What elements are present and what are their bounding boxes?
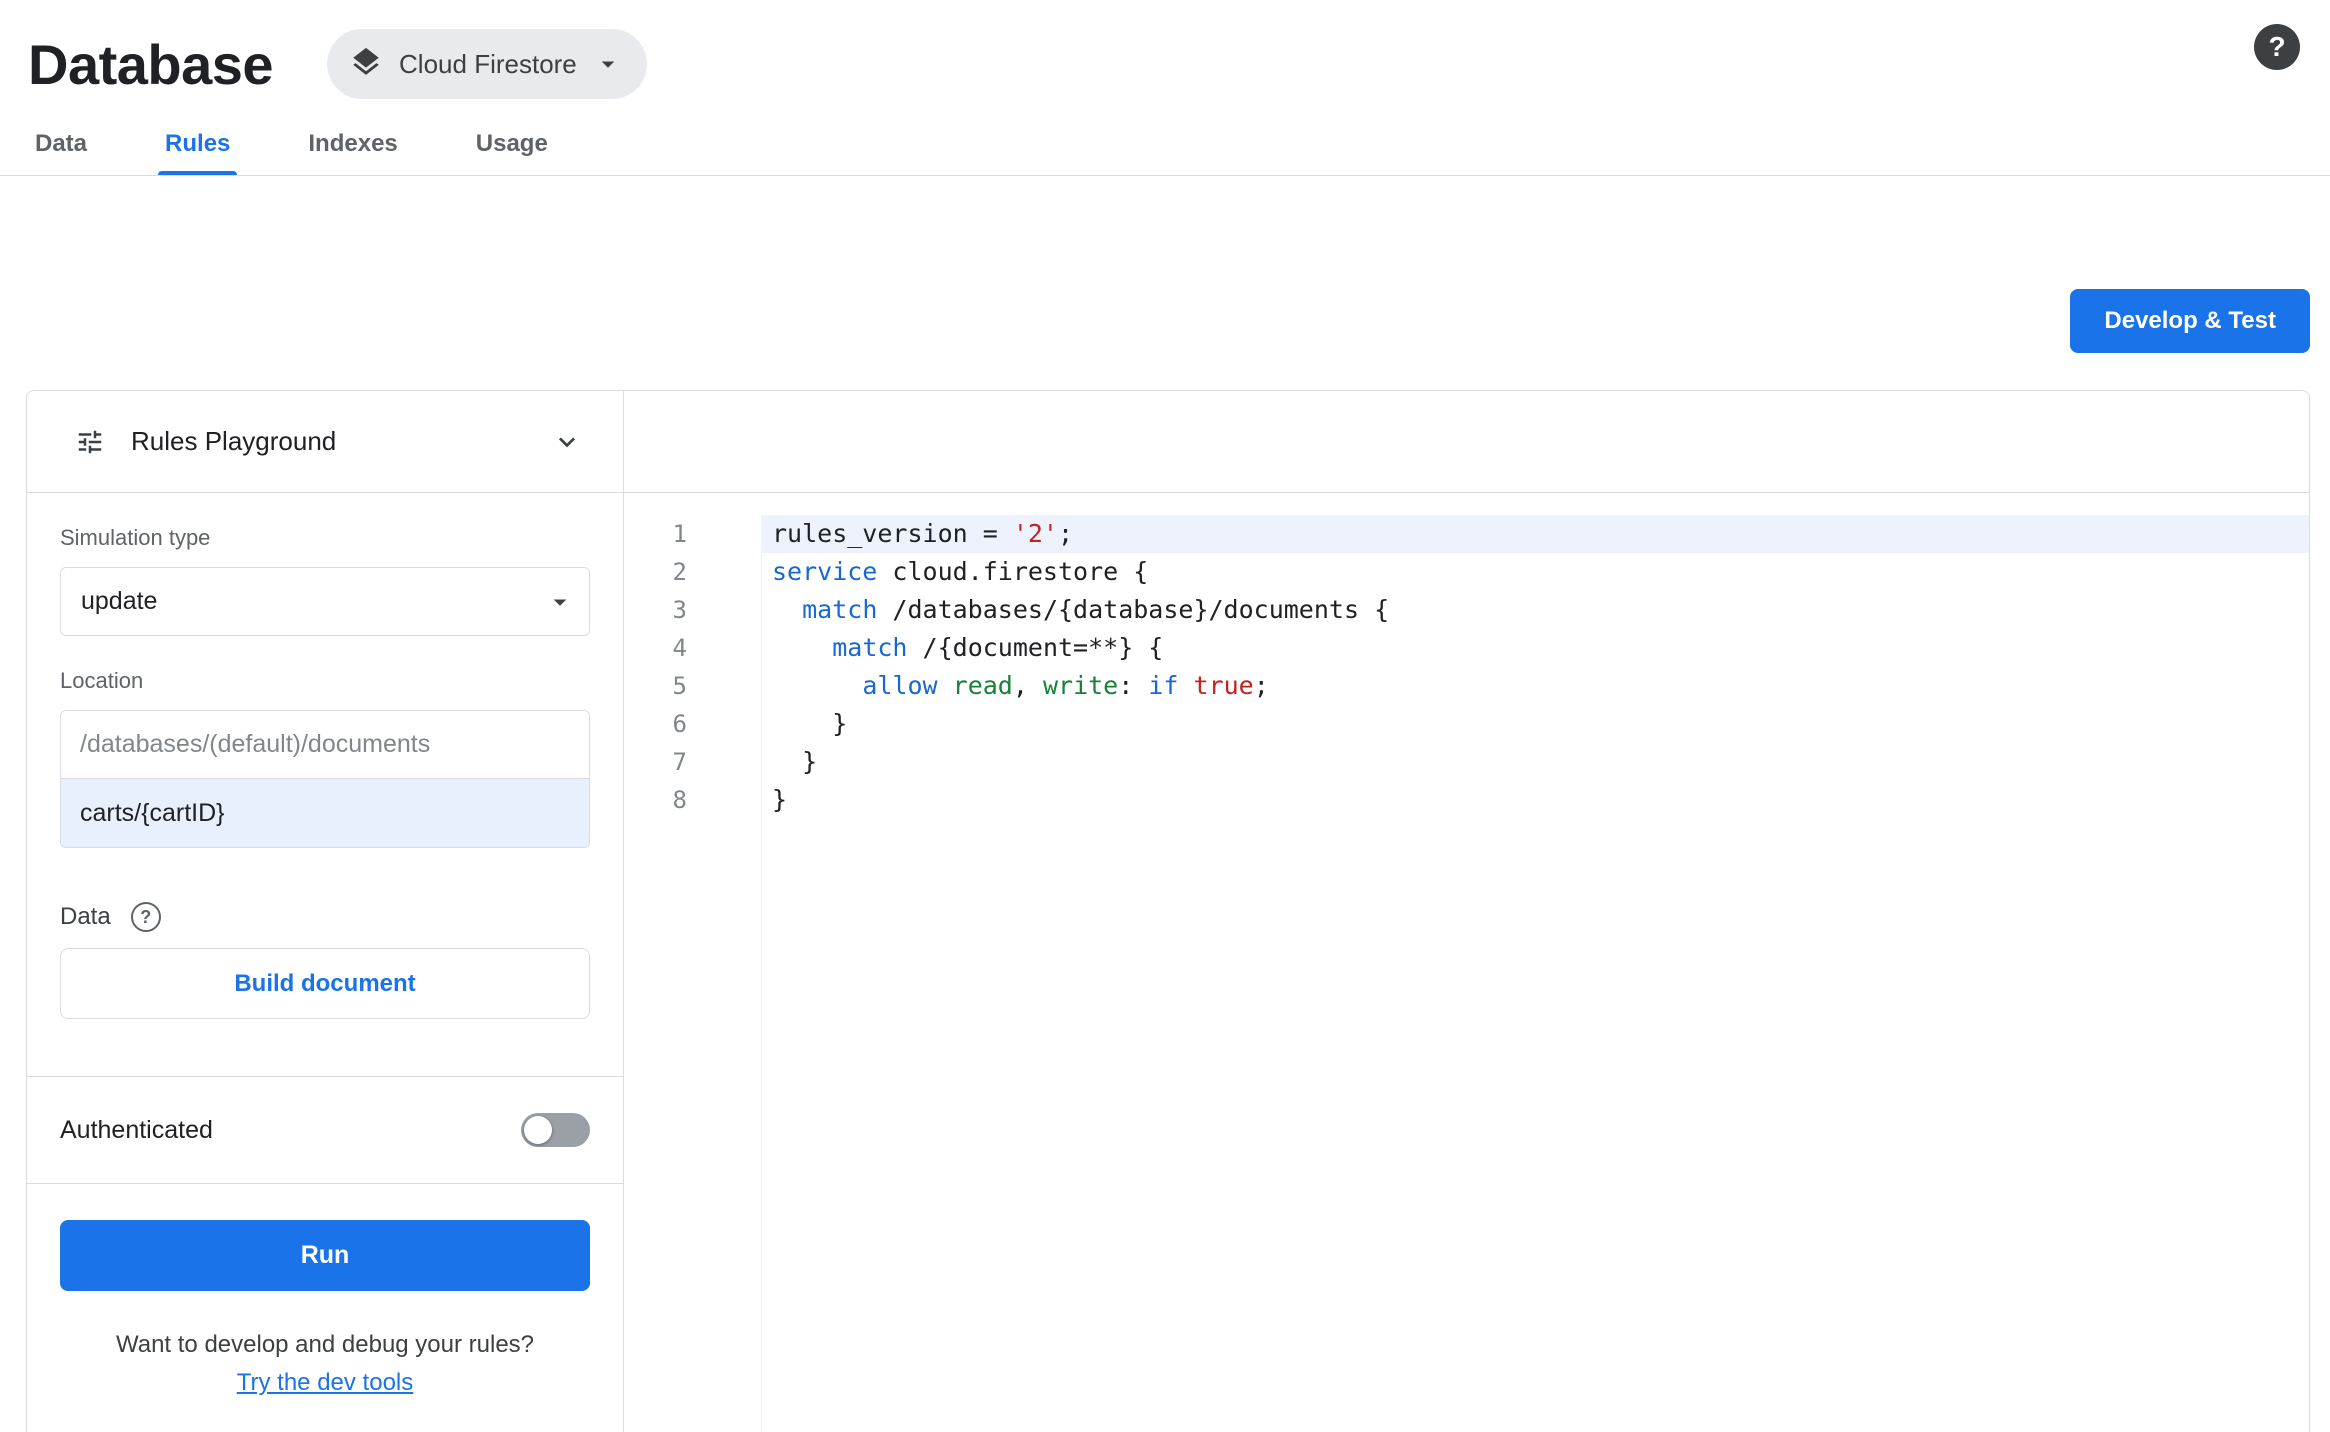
line-number: 1 [672,520,687,548]
code-line[interactable]: match /databases/{database}/documents { [762,591,2309,629]
page-header: Database Cloud Firestore ? [0,0,2330,112]
rules-playground-form: Simulation type update Location /databas… [27,493,623,1076]
simulation-type-label: Simulation type [60,525,211,550]
editor-body: 1 2 3 4 5 6 7 8 rules_version = '2'; service clo… [624,493,2309,1432]
code-line[interactable]: } [762,781,2309,819]
location-field-group: /databases/(default)/documents carts/{ca… [60,710,590,848]
help-glyph: ? [140,906,152,927]
code-line[interactable]: rules_version = '2'; [762,515,2309,553]
line-number: 6 [672,710,687,738]
tab-data[interactable]: Data [28,112,94,175]
firestore-icon [349,45,383,84]
database-product-selector[interactable]: Cloud Firestore [327,29,647,99]
line-number-gutter: 1 2 3 4 5 6 7 8 [624,515,762,1432]
location-prefix: /databases/(default)/documents [61,711,589,779]
authenticated-toggle[interactable] [521,1113,590,1147]
code-editor[interactable]: rules_version = '2'; service cloud.firest… [762,515,2309,1432]
data-help-icon[interactable]: ? [130,902,161,932]
editor-toolbar [624,391,2309,493]
data-label: Data [60,903,111,930]
toggle-knob [524,1116,552,1144]
dropdown-arrow-icon [545,587,575,617]
page-title: Database [28,32,274,96]
code-line[interactable]: service cloud.firestore { [762,553,2309,591]
authenticated-row: Authenticated [27,1076,623,1184]
chevron-down-icon [593,49,623,79]
help-button[interactable]: ? [2254,24,2300,70]
code-line[interactable]: } [762,743,2309,781]
help-icon: ? [2268,31,2286,62]
rules-panel: Rules Playground Simulation type update … [26,390,2310,1432]
line-number: 3 [672,596,687,624]
run-section: Run Want to develop and debug your rules… [27,1184,623,1397]
code-line[interactable]: match /{document=**} { [762,629,2309,667]
code-line[interactable]: } [762,705,2309,743]
authenticated-label: Authenticated [60,1115,213,1144]
build-document-button[interactable]: Build document [60,948,590,1019]
location-input[interactable]: carts/{cartID} [61,779,589,847]
line-number: 8 [672,786,687,814]
line-number: 7 [672,748,687,776]
code-line[interactable]: allow read, write: if true; [762,667,2309,705]
tune-icon [75,427,105,457]
dev-tools-question: Want to develop and debug your rules? [115,1331,535,1358]
tab-indexes[interactable]: Indexes [301,112,404,175]
line-number: 5 [672,672,687,700]
data-section-header: Data ? [60,902,590,932]
location-label: Location [60,668,144,693]
simulation-type-select[interactable]: update [60,567,590,636]
tab-rules[interactable]: Rules [158,112,238,175]
tab-usage[interactable]: Usage [469,112,555,175]
dev-tools-link[interactable]: Try the dev tools [237,1369,414,1396]
collapse-chevron-icon[interactable] [551,426,583,458]
line-number: 2 [672,558,687,586]
rules-editor: 1 2 3 4 5 6 7 8 rules_version = '2'; service clo… [624,391,2309,1432]
rules-playground-title: Rules Playground [131,426,337,456]
product-selector-label: Cloud Firestore [399,48,577,79]
develop-test-button[interactable]: Develop & Test [2070,289,2310,353]
rules-playground-header[interactable]: Rules Playground [27,391,623,493]
rules-playground-sidebar: Rules Playground Simulation type update … [27,391,624,1432]
tab-bar: Data Rules Indexes Usage [0,112,2330,176]
run-button[interactable]: Run [60,1220,590,1291]
simulation-type-value: update [81,587,158,615]
line-number: 4 [672,634,687,662]
